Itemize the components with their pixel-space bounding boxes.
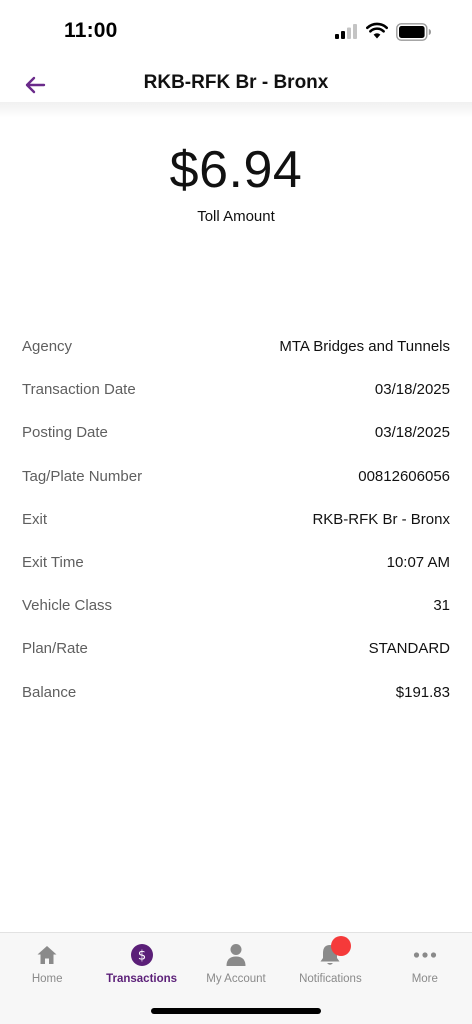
page-title: RKB-RFK Br - Bronx <box>143 72 329 93</box>
transaction-details: Agency MTA Bridges and Tunnels Transacti… <box>22 325 450 714</box>
detail-value: 10:07 AM <box>386 554 450 572</box>
detail-label: Posting Date <box>22 424 108 442</box>
detail-value: 00812606056 <box>358 467 450 485</box>
tab-label: Transactions <box>106 973 178 985</box>
dollar-icon: $ <box>130 943 154 967</box>
header: RKB-RFK Br - Bronx <box>0 62 472 106</box>
tab-transactions[interactable]: $ Transactions <box>94 933 188 993</box>
tab-label: My Account <box>206 973 266 985</box>
detail-row-agency: Agency MTA Bridges and Tunnels <box>22 325 450 368</box>
tab-label: Notifications <box>299 973 362 985</box>
detail-value: $191.83 <box>395 683 450 701</box>
tab-more[interactable]: More <box>378 933 472 993</box>
wifi-icon <box>366 22 388 39</box>
detail-value: 03/18/2025 <box>374 424 450 442</box>
home-indicator <box>151 1008 321 1014</box>
detail-value: 03/18/2025 <box>374 381 450 399</box>
detail-row-exit: Exit RKB-RFK Br - Bronx <box>22 498 450 541</box>
detail-row-transaction-date: Transaction Date 03/18/2025 <box>22 368 450 411</box>
bell-icon <box>318 936 352 967</box>
detail-row-balance: Balance $191.83 <box>22 671 450 714</box>
detail-label: Exit Time <box>22 554 84 572</box>
detail-row-plan-rate: Plan/Rate STANDARD <box>22 627 450 670</box>
detail-label: Balance <box>22 683 77 701</box>
toll-amount-label: Toll Amount <box>197 208 275 225</box>
tab-notifications[interactable]: Notifications <box>283 933 377 993</box>
tab-my-account[interactable]: My Account <box>189 933 283 993</box>
tab-label: Home <box>31 973 63 985</box>
status-bar: 11:00 <box>0 0 472 62</box>
detail-value: MTA Bridges and Tunnels <box>279 338 450 356</box>
detail-value: STANDARD <box>368 640 450 658</box>
cellular-signal-icon <box>335 24 357 39</box>
tab-label: More <box>411 973 438 985</box>
detail-row-posting-date: Posting Date 03/18/2025 <box>22 411 450 454</box>
battery-icon <box>396 23 431 41</box>
more-icon <box>413 943 437 967</box>
detail-label: Exit <box>22 510 48 528</box>
detail-row-vehicle-class: Vehicle Class 31 <box>22 584 450 627</box>
detail-row-exit-time: Exit Time 10:07 AM <box>22 541 450 584</box>
detail-label: Agency <box>22 338 73 356</box>
svg-text:$: $ <box>137 949 145 964</box>
detail-value: RKB-RFK Br - Bronx <box>312 510 450 528</box>
person-icon <box>224 943 248 967</box>
home-icon <box>35 943 59 967</box>
header-shadow <box>0 102 472 118</box>
toll-amount: $6.94 <box>169 141 303 199</box>
notification-badge <box>331 936 352 956</box>
detail-row-tag-plate-number: Tag/Plate Number 00812606056 <box>22 455 450 498</box>
detail-value: 31 <box>433 597 450 615</box>
detail-label: Transaction Date <box>22 381 136 399</box>
detail-label: Plan/Rate <box>22 640 88 658</box>
status-time: 11:00 <box>64 19 118 42</box>
detail-label: Tag/Plate Number <box>22 467 143 485</box>
tab-home[interactable]: Home <box>0 933 94 993</box>
detail-label: Vehicle Class <box>22 597 113 615</box>
